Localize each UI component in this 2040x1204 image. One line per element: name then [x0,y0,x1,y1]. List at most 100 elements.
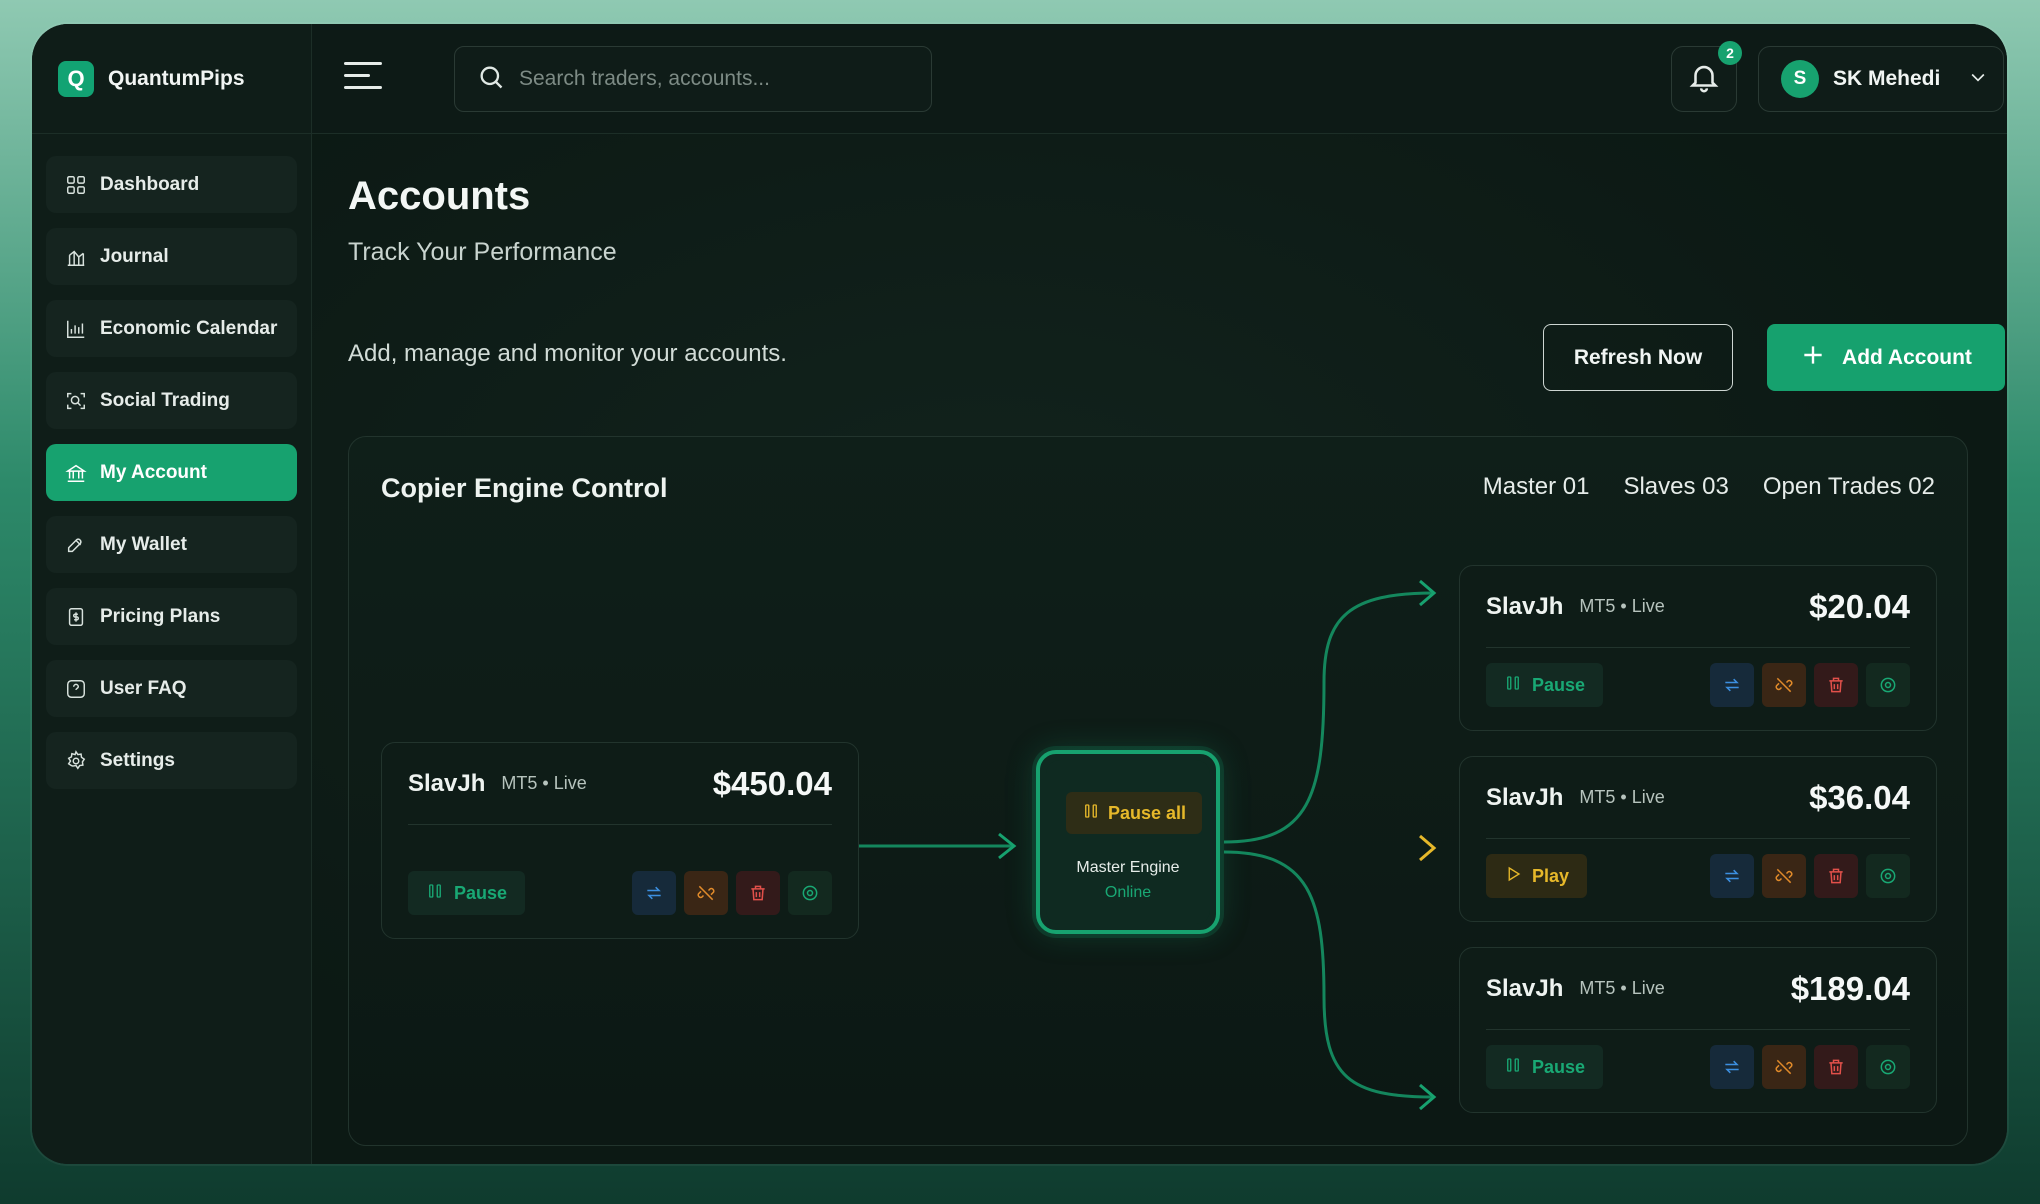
pause-button[interactable]: Pause [1486,663,1604,707]
pause-label: Pause [1532,1056,1586,1077]
stat-slaves: Slaves 03 [1623,473,1729,500]
sidebar-item-economic-calendar[interactable]: Economic Calendar [46,300,297,357]
settings-button[interactable] [788,871,832,915]
swap-icon [1725,1060,1739,1074]
pause-all-button[interactable]: Pause all [1066,792,1202,834]
user-name: SK Mehedi [1833,67,1941,90]
receipt-icon [64,605,88,629]
question-icon [64,677,88,701]
sidebar-item-label: Dashboard [100,173,200,195]
sidebar-item-my-account[interactable]: My Account [46,444,297,501]
slave-account-card: SlavJh MT5 • Live $20.04 Pause [1459,565,1937,731]
swap-button[interactable] [1710,854,1754,898]
play-button[interactable]: Play [1486,854,1588,898]
trash-icon [1829,677,1843,693]
pause-icon [1082,802,1100,825]
account-name: SlavJh [1486,783,1564,811]
unlink-icon [1775,1059,1793,1075]
trash-icon [1829,868,1843,884]
play-label: Play [1532,865,1570,886]
sidebar-item-label: Pricing Plans [100,605,221,627]
sidebar-nav: Dashboard Journal Economic Calendar Soci… [32,134,311,811]
account-balance: $450.04 [712,764,832,802]
sidebar-item-label: Settings [100,749,175,771]
swap-icon [647,886,661,900]
account-icon-buttons [1710,854,1910,898]
account-actions: Pause [1486,1044,1910,1090]
user-menu[interactable]: S SK Mehedi [1758,46,2004,112]
account-name: SlavJh [1486,974,1564,1002]
master-account-card: SlavJh MT5 • Live $450.04 Pause [381,742,859,939]
sidebar-item-social-trading[interactable]: Social Trading [46,372,297,429]
settings-button[interactable] [1866,854,1910,898]
delete-button[interactable] [1814,854,1858,898]
wallet-icon [64,533,88,557]
pause-label: Pause [1532,674,1586,695]
stat-master: Master 01 [1482,473,1590,500]
pause-icon [1504,674,1522,697]
pause-all-label: Pause all [1107,802,1187,823]
slave-account-card: SlavJh MT5 • Live $36.04 Play [1459,756,1937,922]
account-header: SlavJh MT5 • Live $189.04 [1486,948,1910,1030]
account-name: SlavJh [408,769,486,797]
sidebar-item-user-faq[interactable]: User FAQ [46,660,297,717]
unlink-button[interactable] [1762,1045,1806,1089]
delete-button[interactable] [736,871,780,915]
swap-button[interactable] [632,871,676,915]
menu-toggle-icon[interactable] [344,62,382,96]
account-balance: $20.04 [1809,587,1910,625]
sidebar-item-my-wallet[interactable]: My Wallet [46,516,297,573]
account-name: SlavJh [1486,592,1564,620]
engine-status: Online [1104,884,1152,901]
sidebar-item-settings[interactable]: Settings [46,732,297,789]
sidebar-item-pricing-plans[interactable]: Pricing Plans [46,588,297,645]
search-box[interactable] [454,46,932,112]
brand-logo: Q [58,60,94,97]
play-icon [1504,865,1522,888]
notifications-button[interactable]: 2 [1671,41,1742,112]
swap-icon [1725,678,1739,692]
pause-label: Pause [454,882,508,903]
gear-icon [1880,868,1896,884]
gear-icon [802,885,818,901]
settings-button[interactable] [1866,1045,1910,1089]
account-meta: MT5 • Live [501,773,587,793]
sidebar-item-label: Economic Calendar [100,317,278,339]
refresh-button[interactable]: Refresh Now [1543,324,1733,391]
app-window: Q QuantumPips Dashboard Journal Economic… [32,24,2007,1164]
gear-icon [64,749,88,773]
add-account-button[interactable]: Add Account [1767,324,2005,391]
account-icon-buttons [1710,1045,1910,1089]
unlink-button[interactable] [684,871,728,915]
copier-stats: Master 01 Slaves 03 Open Trades 02 [1483,473,1935,501]
sidebar-item-dashboard[interactable]: Dashboard [46,156,297,213]
account-header: SlavJh MT5 • Live $36.04 [1486,757,1910,839]
account-meta: MT5 • Live [1579,596,1665,616]
brand[interactable]: Q QuantumPips [32,24,311,134]
account-meta: MT5 • Live [1579,978,1665,998]
unlink-icon [697,885,715,901]
search-input[interactable] [519,67,899,91]
delete-button[interactable] [1814,1045,1858,1089]
master-engine: Pause all Master Engine Online [1036,750,1220,934]
unlink-button[interactable] [1762,854,1806,898]
account-header: SlavJh MT5 • Live $450.04 [408,743,832,825]
notification-badge: 2 [1718,41,1742,65]
search-frame-icon [64,389,88,413]
swap-button[interactable] [1710,663,1754,707]
account-actions: Play [1486,853,1910,899]
panel-title: Copier Engine Control [381,473,668,503]
top-bar: 2 S SK Mehedi [312,24,2007,134]
unlink-button[interactable] [1762,663,1806,707]
stat-open-trades: Open Trades 02 [1762,473,1935,500]
delete-button[interactable] [1814,663,1858,707]
pause-button[interactable]: Pause [408,871,526,915]
chart-icon [64,317,88,341]
swap-button[interactable] [1710,1045,1754,1089]
sidebar-item-journal[interactable]: Journal [46,228,297,285]
sidebar-item-label: User FAQ [100,677,187,699]
settings-button[interactable] [1866,663,1910,707]
copier-engine-panel: Copier Engine Control Master 01 Slaves 0… [348,436,1968,1146]
journal-icon [64,245,88,269]
pause-button[interactable]: Pause [1486,1045,1604,1089]
